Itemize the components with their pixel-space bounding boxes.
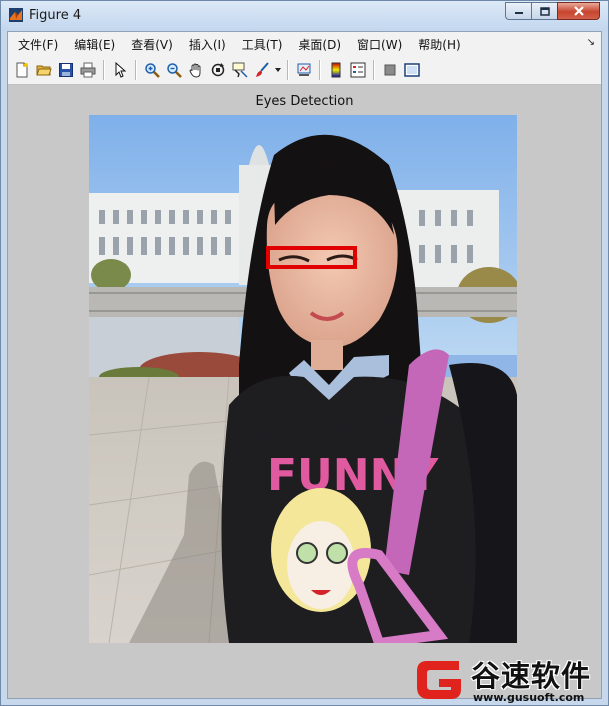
menu-insert[interactable]: 插入(I) <box>181 36 234 53</box>
axes-title: Eyes Detection <box>255 94 354 109</box>
data-cursor-button[interactable] <box>229 59 251 81</box>
figure-plot-area: Eyes Detection FUNNY <box>8 85 601 698</box>
menu-desktop[interactable]: 桌面(D) <box>290 36 349 53</box>
menu-help[interactable]: 帮助(H) <box>410 36 468 53</box>
zoom-in-icon <box>145 63 160 78</box>
menu-file[interactable]: 文件(F) <box>10 36 66 53</box>
save-button[interactable] <box>55 59 77 81</box>
minimize-button[interactable] <box>505 2 531 20</box>
minimize-icon <box>514 12 523 14</box>
toolbar-separator <box>373 60 375 80</box>
show-plot-tools-button[interactable] <box>401 59 423 81</box>
colorbar-button[interactable] <box>325 59 347 81</box>
matlab-logo-icon <box>9 8 23 22</box>
new-figure-button[interactable] <box>11 59 33 81</box>
image-axes[interactable]: FUNNY <box>89 115 517 643</box>
pointer-button[interactable] <box>109 59 131 81</box>
watermark-url: www.gusuoft.com <box>473 691 585 704</box>
open-file-icon <box>36 65 52 76</box>
pan-hand-icon <box>189 63 201 78</box>
zoom-out-icon <box>167 63 182 78</box>
hide-plot-tools-icon <box>384 64 396 76</box>
menu-tools[interactable]: 工具(T) <box>234 36 291 53</box>
title-bar[interactable]: Figure 4 <box>1 1 608 31</box>
watermark: 谷速软件 www.gusuoft.com <box>411 651 608 705</box>
legend-button[interactable] <box>347 59 369 81</box>
figure-client-area: 文件(F) 编辑(E) 查看(V) 插入(I) 工具(T) 桌面(D) 窗口(W… <box>7 31 602 699</box>
rotate-3d-icon <box>211 63 225 77</box>
toolbar-separator <box>135 60 137 80</box>
toolbar-separator <box>103 60 105 80</box>
chevron-down-icon <box>275 68 281 72</box>
close-button[interactable] <box>557 2 600 20</box>
eye-detection-box <box>266 246 357 269</box>
pan-button[interactable] <box>185 59 207 81</box>
brush-dropdown-button[interactable] <box>273 59 283 81</box>
selfie-photo: FUNNY <box>89 115 517 643</box>
colorbar-icon <box>331 62 341 78</box>
zoom-in-button[interactable] <box>141 59 163 81</box>
rotate-3d-button[interactable] <box>207 59 229 81</box>
maximize-button[interactable] <box>531 2 557 20</box>
gusuo-logo-icon <box>417 661 461 699</box>
link-plot-icon <box>297 63 311 76</box>
show-plot-tools-icon <box>404 63 420 77</box>
brush-icon <box>256 62 269 77</box>
new-figure-icon <box>16 62 28 78</box>
window-controls <box>505 2 600 20</box>
figure-window: Figure 4 文件(F) 编辑(E) 查看(V) 插入(I) 工具(T) 桌… <box>0 0 609 706</box>
window-title: Figure 4 <box>29 8 82 23</box>
menu-view[interactable]: 查看(V) <box>123 36 181 53</box>
save-icon <box>59 63 73 77</box>
toolbar-separator <box>319 60 321 80</box>
brush-button[interactable] <box>251 59 273 81</box>
print-button[interactable] <box>77 59 99 81</box>
watermark-name: 谷速软件 <box>471 659 592 693</box>
close-icon <box>573 6 584 16</box>
zoom-out-button[interactable] <box>163 59 185 81</box>
maximize-icon <box>539 6 550 16</box>
toolbar-separator <box>287 60 289 80</box>
menu-bar: 文件(F) 编辑(E) 查看(V) 插入(I) 工具(T) 桌面(D) 窗口(W… <box>8 32 601 56</box>
print-icon <box>80 62 96 78</box>
figure-toolbar <box>8 56 601 85</box>
open-file-button[interactable] <box>33 59 55 81</box>
legend-icon <box>350 62 366 78</box>
menu-edit[interactable]: 编辑(E) <box>66 36 123 53</box>
hide-plot-tools-button[interactable] <box>379 59 401 81</box>
dock-arrow-icon[interactable]: ↘ <box>587 37 595 48</box>
data-cursor-icon <box>232 62 248 78</box>
link-plot-button[interactable] <box>293 59 315 81</box>
pointer-icon <box>115 62 127 78</box>
menu-window[interactable]: 窗口(W) <box>349 36 410 53</box>
